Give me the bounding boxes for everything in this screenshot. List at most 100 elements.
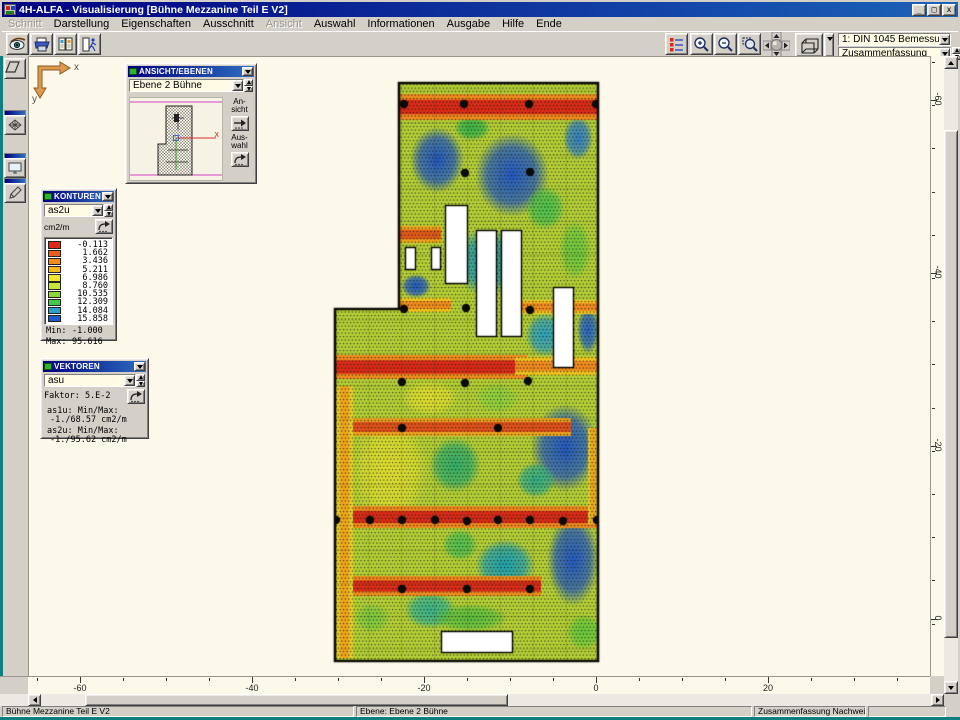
pencil-icon: [7, 185, 23, 201]
ebene-combo[interactable]: Ebene 2 Bühne: [129, 79, 244, 92]
ruler-tick: [338, 678, 339, 681]
menu-item-informationen[interactable]: Informationen: [361, 18, 440, 30]
scroll-left-icon[interactable]: [28, 694, 41, 706]
menu-item-ende[interactable]: Ende: [530, 18, 568, 30]
panel-collapse-icon[interactable]: [102, 192, 113, 201]
ruler-tick: [811, 678, 812, 681]
ruler-tick: [897, 678, 898, 681]
minimized-panel-mesh[interactable]: [4, 110, 26, 135]
view-3d-dropdown[interactable]: [824, 33, 834, 57]
curved-arrow-icon: [233, 154, 247, 166]
apply-vektor-button[interactable]: [127, 389, 145, 404]
arrow-right-icon: [233, 118, 247, 130]
spinner-down-icon[interactable]: [244, 86, 253, 93]
legend-max: Max:95.616: [46, 337, 111, 347]
slab-plane-icon: [5, 59, 23, 76]
window-title: 4H-ALFA - Visualisierung [Bühne Mezzanin…: [19, 4, 288, 16]
plane-select-button[interactable]: [4, 58, 26, 79]
monitor-icon: [7, 160, 23, 176]
ruler-vertical: -60-40-200: [930, 56, 944, 676]
vertical-scrollbar[interactable]: [944, 56, 958, 694]
chevron-down-icon[interactable]: [92, 205, 103, 216]
menu-item-darstellung[interactable]: Darstellung: [48, 18, 116, 30]
vektoren-title-bar[interactable]: VEKTOREN: [43, 361, 146, 372]
status-panel-1: Ebene: Ebene 2 Bühne: [356, 706, 752, 717]
legend-swatch: [48, 241, 61, 248]
structure-tree-button[interactable]: [665, 33, 688, 55]
maximize-button[interactable]: □: [927, 4, 941, 16]
zoom-in-button[interactable]: [690, 33, 713, 55]
scrollbar-corner: [944, 694, 958, 706]
scroll-up-icon[interactable]: [944, 56, 958, 69]
scroll-down-icon[interactable]: [944, 681, 958, 694]
ansicht-title-bar[interactable]: ANSICHT/EBENEN: [128, 66, 254, 77]
view-options-button[interactable]: [6, 33, 29, 55]
menu-item-hilfe[interactable]: Hilfe: [496, 18, 530, 30]
view-3d-button[interactable]: [795, 33, 823, 57]
view-label: An- sicht: [225, 98, 254, 114]
minimize-button[interactable]: _: [912, 4, 926, 16]
zoom-out-button[interactable]: [714, 33, 737, 55]
minimized-panel-display[interactable]: [4, 153, 26, 178]
chevron-down-icon[interactable]: [232, 80, 243, 91]
horizontal-scroll-thumb[interactable]: [85, 694, 508, 706]
app-icon[interactable]: [4, 4, 16, 15]
spinner-down-icon[interactable]: [104, 211, 113, 218]
menu-item-ausschnitt[interactable]: Ausschnitt: [197, 18, 260, 30]
legend-swatch: [48, 307, 61, 314]
exit-button[interactable]: [78, 33, 101, 55]
y-axis-label: y: [32, 94, 37, 105]
display-panel-button[interactable]: [4, 158, 26, 178]
konturen-title-bar[interactable]: KONTUREN: [43, 191, 114, 202]
ebene-spinner[interactable]: [244, 79, 253, 92]
menu-item-auswahl[interactable]: Auswahl: [308, 18, 362, 30]
chevron-down-icon[interactable]: [124, 375, 135, 386]
vektor-line: -1./68.57 cm2/m: [50, 416, 147, 425]
ruler-tick: [166, 678, 167, 681]
vektor-combo[interactable]: asu: [44, 374, 136, 387]
horizontal-scrollbar[interactable]: [0, 694, 944, 706]
edit-panel-button[interactable]: [4, 183, 26, 203]
close-button[interactable]: x: [942, 4, 956, 16]
design-combo-value: 1: DIN 1045 Bemessung: [839, 34, 939, 45]
ruler-tick: [932, 537, 935, 538]
print-button[interactable]: [30, 33, 53, 55]
apply-view-button[interactable]: [231, 116, 249, 131]
konturen-panel: KONTUREN as2u cm2/m -0.1131.66: [40, 188, 117, 341]
vertical-scroll-thumb[interactable]: [944, 130, 958, 638]
panel-collapse-icon[interactable]: [242, 67, 253, 76]
kontur-spinner[interactable]: [104, 204, 113, 217]
legend-row: 15.858: [48, 315, 110, 323]
kontur-combo[interactable]: as2u: [44, 204, 104, 217]
ruler-tick: [682, 678, 683, 681]
chevron-down-icon[interactable]: [939, 34, 950, 45]
plan-thumbnail[interactable]: x: [129, 97, 223, 181]
pick-selection-button[interactable]: [231, 152, 249, 167]
panel-icon: [129, 68, 137, 75]
vektor-spinner[interactable]: [136, 374, 145, 387]
ruler-tick: [553, 678, 554, 681]
spinner-down-icon[interactable]: [136, 381, 145, 388]
ruler-tick: [932, 494, 935, 495]
menu-item-eigenschaften[interactable]: Eigenschaften: [115, 18, 197, 30]
title-bar[interactable]: 4H-ALFA - Visualisierung [Bühne Mezzanin…: [2, 2, 958, 17]
mesh-panel-button[interactable]: [4, 115, 26, 135]
menu-item-schnitt: Schnitt: [2, 18, 48, 30]
apply-kontur-button[interactable]: [95, 219, 113, 234]
menu-item-ausgabe[interactable]: Ausgabe: [441, 18, 496, 30]
design-combo[interactable]: 1: DIN 1045 Bemessung: [838, 33, 951, 46]
scroll-right-icon[interactable]: [931, 694, 944, 706]
ruler-tick: [854, 678, 855, 681]
panel-collapse-icon[interactable]: [134, 362, 145, 371]
faktor-label: Faktor: 5.E-2: [44, 389, 127, 401]
legend-swatch: [48, 291, 61, 298]
ruler-tick: [932, 364, 935, 365]
ruler-tick: [37, 678, 38, 681]
zoom-window-button[interactable]: [738, 33, 761, 55]
legend-value: 15.858: [61, 314, 110, 324]
report-preview-button[interactable]: [54, 33, 77, 55]
panel-title: VEKTOREN: [54, 362, 134, 371]
minimized-panel-edit[interactable]: [4, 178, 26, 203]
panel-title: ANSICHT/EBENEN: [139, 67, 242, 76]
menu-item-ansicht: Ansicht: [260, 18, 308, 30]
